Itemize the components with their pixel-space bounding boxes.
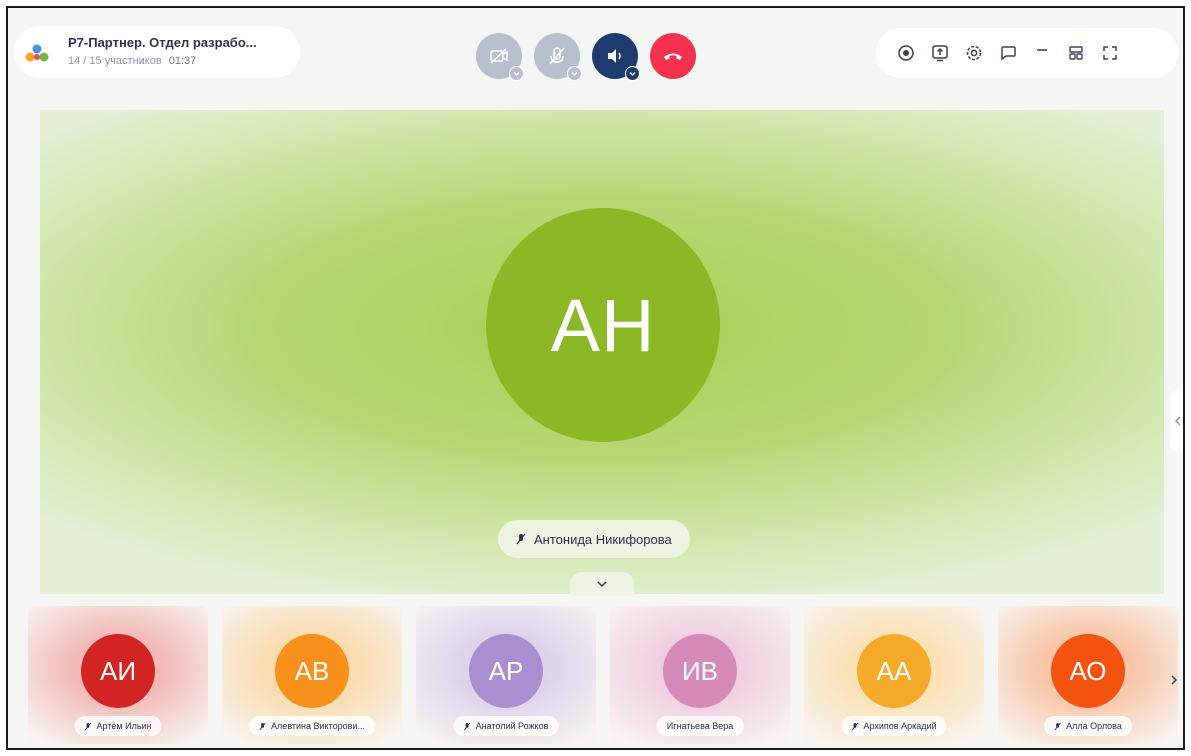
participant-name-tag: Алла Орлова xyxy=(1044,716,1132,736)
participant-thumbnail[interactable]: АА Архипов Аркадий xyxy=(804,606,984,744)
hang-up-button[interactable] xyxy=(650,33,696,79)
participant-thumbnail[interactable]: АВ Алевтина Викторови... xyxy=(222,606,402,744)
microphone-off-icon xyxy=(259,722,266,730)
layout-button[interactable] xyxy=(1066,43,1086,63)
conference-window: Р7-Партнер. Отдел разрабо... 14 / 15 уча… xyxy=(6,6,1185,750)
record-icon xyxy=(898,45,914,61)
speaker-icon xyxy=(608,49,621,63)
microphone-off-icon xyxy=(1054,722,1061,730)
app-logo-icon xyxy=(25,44,49,62)
chat-icon xyxy=(1001,46,1016,61)
participant-avatar: АА xyxy=(857,634,931,708)
participant-thumbnails: АИ Артём Ильин АВ Алевтина Викторови... АР Ан… xyxy=(28,606,1183,744)
toolbar xyxy=(876,28,1178,78)
chevron-left-icon xyxy=(1175,416,1181,426)
active-speaker-name-tag: Антонида Никифорова xyxy=(498,520,690,558)
participant-avatar: ИВ xyxy=(663,634,737,708)
participant-name: Игнатьева Вера xyxy=(666,721,734,731)
screen-share-icon xyxy=(932,45,948,62)
microphone-off-icon xyxy=(516,533,526,545)
layout-icon xyxy=(1069,46,1083,60)
participant-name: Алевтина Викторови... xyxy=(271,721,365,731)
microphone-toggle-button[interactable] xyxy=(534,33,582,81)
participant-name: Архипов Аркадий xyxy=(863,721,937,731)
speaker-options-icon[interactable] xyxy=(625,66,640,81)
camera-toggle-button[interactable] xyxy=(476,33,524,81)
participant-thumbnail[interactable]: ИВ Игнатьева Вера xyxy=(610,606,790,744)
call-timer: 01:37 xyxy=(168,55,197,67)
fullscreen-icon xyxy=(1103,46,1117,60)
chevron-down-icon xyxy=(597,581,607,588)
microphone-off-icon xyxy=(549,47,565,65)
camera-options-icon[interactable] xyxy=(509,66,524,81)
participant-name: Алла Орлова xyxy=(1066,721,1122,731)
chat-button[interactable] xyxy=(998,43,1018,63)
conference-info-panel: Р7-Партнер. Отдел разрабо... 14 / 15 уча… xyxy=(14,26,300,78)
participant-thumbnail[interactable]: АР Анатолий Рожков xyxy=(416,606,596,744)
record-button[interactable] xyxy=(896,43,916,63)
participant-name: Артём Ильин xyxy=(96,721,152,731)
minimize-icon xyxy=(1037,49,1047,51)
thumbnails-next-button[interactable] xyxy=(1166,668,1182,692)
participant-name-tag: Артём Ильин xyxy=(74,716,162,736)
participant-avatar: АР xyxy=(469,634,543,708)
screen-share-button[interactable] xyxy=(930,43,950,63)
camera-off-icon xyxy=(490,48,508,64)
call-controls xyxy=(476,33,696,81)
participant-avatar: АИ xyxy=(81,634,155,708)
participant-name-tag: Архипов Аркадий xyxy=(841,716,947,736)
participant-name: Анатолий Рожков xyxy=(475,721,549,731)
participant-name-tag: Игнатьева Вера xyxy=(656,716,744,736)
speaker-toggle-button[interactable] xyxy=(592,33,640,81)
minimize-button[interactable] xyxy=(1032,43,1052,63)
fullscreen-button[interactable] xyxy=(1100,43,1120,63)
active-speaker-avatar: АН xyxy=(486,208,720,442)
microphone-options-icon[interactable] xyxy=(567,66,582,81)
settings-button[interactable] xyxy=(964,43,984,63)
participant-name-tag: Анатолий Рожков xyxy=(453,716,559,736)
participant-thumbnail[interactable]: АО Алла Орлова xyxy=(998,606,1178,744)
collapse-thumbnails-button[interactable] xyxy=(570,572,634,596)
conference-title: Р7-Партнер. Отдел разрабо... xyxy=(68,35,257,50)
microphone-off-icon xyxy=(851,722,859,730)
side-panel-toggle-button[interactable] xyxy=(1170,390,1183,452)
microphone-off-icon xyxy=(84,722,92,730)
participants-count: 14 / 15 участников xyxy=(68,55,162,67)
phone-hangup-icon xyxy=(664,53,682,60)
chevron-right-icon xyxy=(1171,675,1178,685)
active-speaker-name: Антонида Никифорова xyxy=(534,531,672,547)
settings-icon xyxy=(966,45,982,61)
participant-thumbnail[interactable]: АИ Артём Ильин xyxy=(28,606,208,744)
participant-avatar: АВ xyxy=(275,634,349,708)
microphone-off-icon xyxy=(463,722,471,730)
conference-status: 14 / 15 участников 01:37 xyxy=(68,55,196,67)
active-speaker-stage: АН Антонида Никифорова xyxy=(40,110,1164,596)
participant-name-tag: Алевтина Викторови... xyxy=(249,716,375,736)
participant-avatar: АО xyxy=(1051,634,1125,708)
